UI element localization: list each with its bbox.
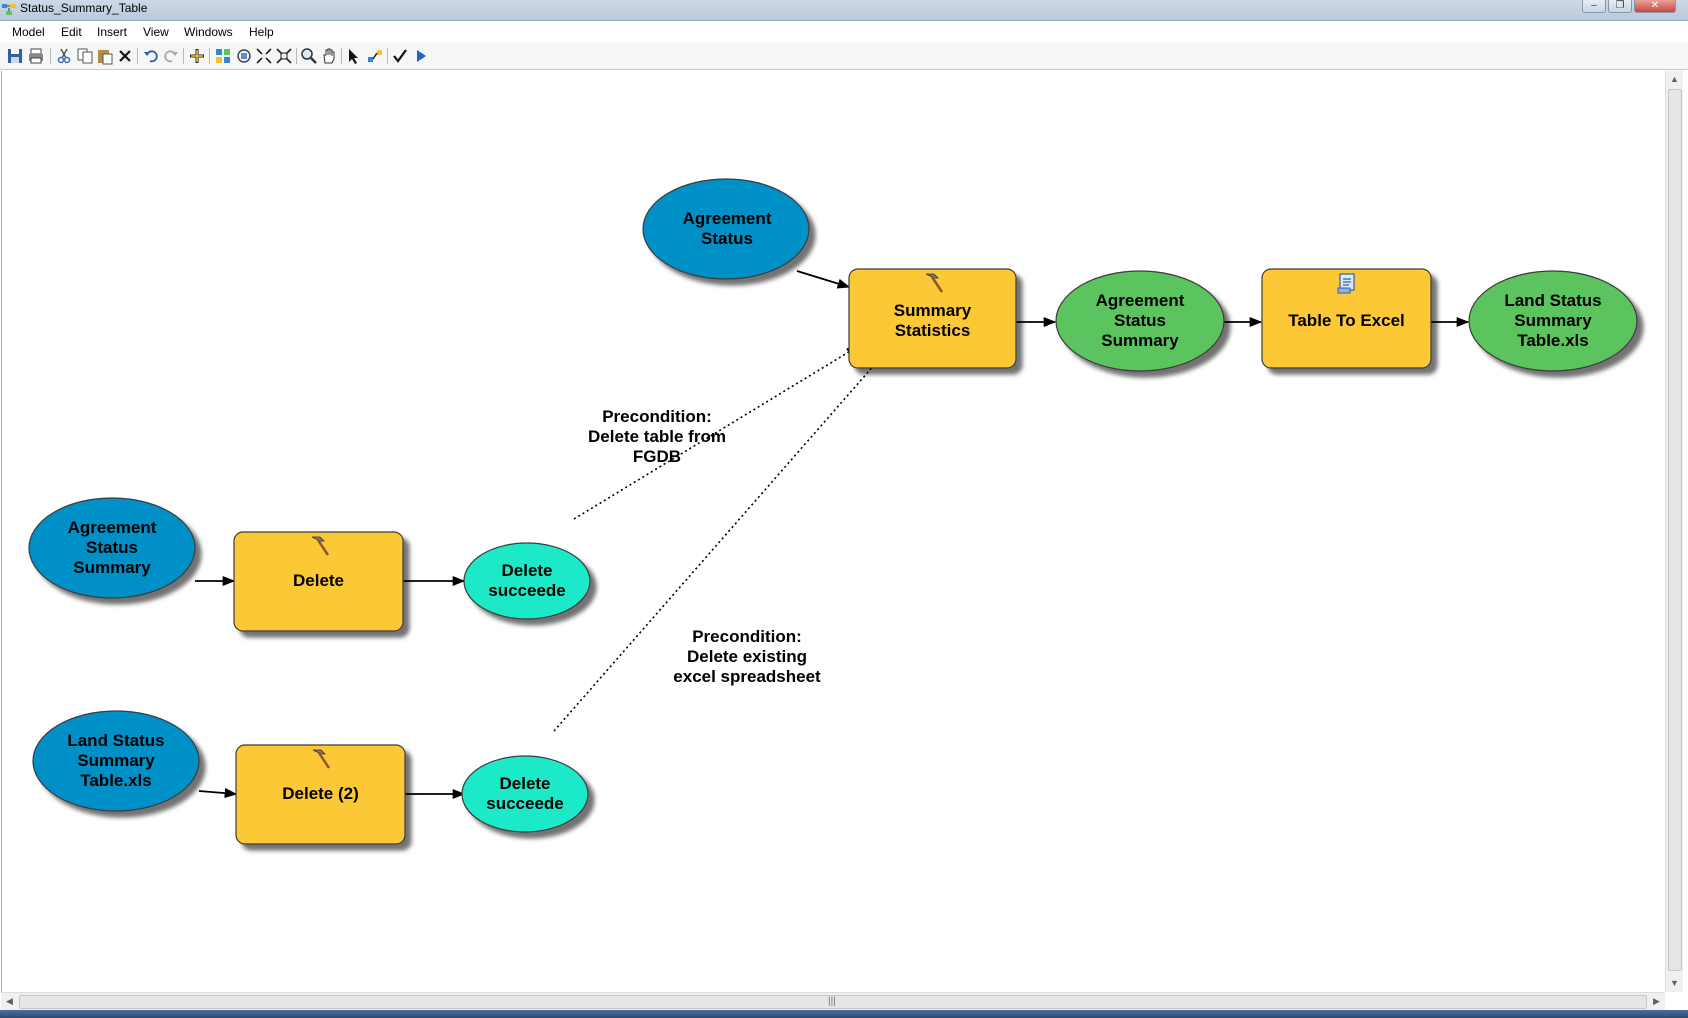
menu-insert[interactable]: Insert [97,25,127,39]
model-builder-icon [2,4,16,15]
toolbar-separator [387,48,388,64]
scroll-right-icon[interactable]: ▶ [1648,993,1665,1010]
zoom-icon[interactable] [300,47,318,65]
run-icon[interactable] [412,47,430,65]
menu-edit[interactable]: Edit [61,25,82,39]
restore-button[interactable]: ❐ [1608,0,1632,13]
auto-layout-icon[interactable] [214,47,232,65]
select-icon[interactable] [345,47,363,65]
toolbar [0,43,1688,70]
cut-icon[interactable] [55,47,73,65]
fixed-zoom-out-icon[interactable] [275,47,293,65]
horizontal-scrollbar[interactable]: ◀ ||| ▶ [1,992,1665,1010]
hammer-icon [311,536,330,556]
derived-agreement-status-summary[interactable] [1055,270,1225,372]
undo-icon[interactable] [142,47,160,65]
toolbar-separator [50,48,51,64]
input-variable-land-status-xls[interactable] [32,710,200,812]
copy-icon[interactable] [76,47,94,65]
connect-icon[interactable] [366,47,384,65]
toolbar-separator [209,48,210,64]
toolbar-separator [183,48,184,64]
script-icon [1337,273,1355,294]
vertical-scrollbar[interactable]: ▲ ▼ [1665,71,1683,992]
toolbar-separator [296,48,297,64]
toolbar-separator [137,48,138,64]
close-button[interactable]: ✕ [1634,0,1676,13]
scroll-up-icon[interactable]: ▲ [1666,71,1683,88]
vertical-scroll-thumb[interactable] [1668,89,1682,971]
delete-icon[interactable] [116,47,134,65]
menu-windows[interactable]: Windows [184,25,233,39]
minimize-button[interactable]: ‒ [1582,0,1606,13]
window-title: Status_Summary_Table [20,1,148,15]
scroll-left-icon[interactable]: ◀ [1,993,18,1010]
model-diagram [28,178,1638,845]
menu-view[interactable]: View [143,25,169,39]
fixed-zoom-in-icon[interactable] [255,47,273,65]
horizontal-scroll-thumb[interactable]: ||| [19,995,1647,1009]
pan-icon[interactable] [320,47,338,65]
validate-icon[interactable] [391,47,409,65]
full-extent-icon[interactable] [235,47,253,65]
connector-xls-input-to-delete-2 [198,788,238,799]
precondition-connector-2 [553,346,891,732]
hammer-icon [312,749,331,769]
input-variable-agreement-status-summary[interactable] [28,497,196,599]
output-delete-succeeded-1[interactable] [463,542,591,620]
derived-land-status-xls[interactable] [1468,270,1638,372]
save-icon[interactable] [6,47,24,65]
add-data-icon[interactable] [188,47,206,65]
hammer-icon [925,273,944,293]
scroll-down-icon[interactable]: ▼ [1666,975,1683,992]
connector-agreement-status-to-summary-statistics [796,270,851,289]
toolbar-separator [341,48,342,64]
menu-help[interactable]: Help [249,25,274,39]
model-canvas[interactable]: Agreement Status Agreement Status Summar… [1,71,1666,992]
output-delete-succeeded-2[interactable] [461,755,589,833]
redo-icon[interactable] [162,47,180,65]
paste-icon[interactable] [96,47,114,65]
menu-model[interactable]: Model [12,25,45,39]
menu-bar: Model Edit Insert View Windows Help [0,21,1688,42]
title-bar: Status_Summary_Table ‒ ❐ ✕ [0,0,1688,21]
print-icon[interactable] [27,47,45,65]
input-variable-agreement-status[interactable] [642,178,810,280]
taskbar [0,1010,1688,1018]
scroll-grip: ||| [828,996,836,1007]
